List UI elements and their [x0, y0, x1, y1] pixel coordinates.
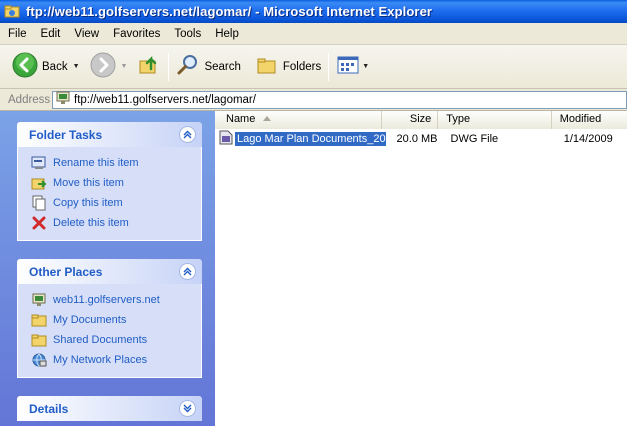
other-places-body: web11.golfservers.net My Documents Share…	[17, 284, 202, 378]
copy-icon	[30, 195, 48, 211]
folder-icon	[30, 332, 48, 348]
details-panel: Details	[17, 396, 202, 421]
up-folder-icon	[137, 53, 161, 80]
column-header-label: Modified	[559, 113, 602, 125]
address-bar: Address ftp://web11.golfservers.net/lago…	[0, 89, 627, 111]
task-delete[interactable]: Delete this item	[30, 213, 201, 233]
folder-tasks-body: Rename this item Move this item Copy thi…	[17, 147, 202, 241]
column-header-size[interactable]: Size	[381, 111, 439, 129]
views-icon	[336, 54, 360, 79]
views-dropdown-icon[interactable]: ▼	[362, 63, 369, 70]
network-icon	[30, 352, 48, 368]
details-header[interactable]: Details	[17, 396, 202, 421]
column-header-label: Type	[446, 113, 471, 125]
delete-icon	[30, 215, 48, 231]
sort-ascending-icon	[263, 116, 271, 121]
folders-label: Folders	[282, 60, 322, 73]
dwg-file-icon	[219, 130, 233, 148]
back-arrow-icon	[12, 52, 38, 81]
task-label: Rename this item	[53, 157, 139, 169]
folder-tasks-header[interactable]: Folder Tasks	[17, 122, 202, 147]
place-my-network-places[interactable]: My Network Places	[30, 350, 201, 370]
menu-view[interactable]: View	[67, 28, 106, 40]
task-label: Copy this item	[53, 197, 123, 209]
place-ftp-site[interactable]: web11.golfservers.net	[30, 290, 201, 310]
column-header-name[interactable]: Name	[215, 111, 382, 129]
other-places-panel: Other Places web11.golfservers.net My Do…	[17, 259, 202, 378]
file-row[interactable]: Lago Mar Plan Documents_20... 20.0 MB DW…	[215, 130, 627, 147]
up-folder-button[interactable]	[134, 49, 164, 85]
toolbar-separator	[328, 52, 330, 81]
place-label: My Documents	[53, 314, 127, 326]
place-label: web11.golfservers.net	[53, 294, 160, 306]
forward-button[interactable]: ▼	[87, 49, 135, 85]
title-bar[interactable]: ftp://web11.golfservers.net/lagomar/ - M…	[0, 0, 627, 23]
other-places-header[interactable]: Other Places	[17, 259, 202, 284]
file-type: DWG File	[450, 132, 499, 145]
back-dropdown-icon[interactable]: ▼	[73, 63, 80, 70]
column-header-label: Size	[409, 113, 432, 125]
folder-icon	[30, 312, 48, 328]
task-label: Delete this item	[53, 217, 129, 229]
toolbar-separator	[168, 52, 170, 81]
collapse-chevron-icon[interactable]	[179, 126, 196, 143]
menu-bar: File Edit View Favorites Tools Help	[0, 23, 627, 45]
place-shared-documents[interactable]: Shared Documents	[30, 330, 201, 350]
rename-icon	[30, 155, 48, 171]
ie-folder-icon	[4, 4, 20, 20]
column-header-label: Name	[226, 113, 256, 125]
task-move[interactable]: Move this item	[30, 173, 201, 193]
menu-tools[interactable]: Tools	[167, 28, 208, 40]
menu-file[interactable]: File	[0, 28, 34, 40]
back-label: Back	[42, 60, 68, 73]
folder-tasks-panel: Folder Tasks Rename this item Move this …	[17, 122, 202, 241]
place-label: My Network Places	[53, 354, 148, 366]
address-value: ftp://web11.golfservers.net/lagomar/	[74, 93, 256, 106]
menu-help[interactable]: Help	[208, 28, 246, 40]
folders-icon	[255, 53, 279, 80]
forward-arrow-icon	[90, 52, 116, 81]
ftp-site-icon	[30, 292, 48, 308]
task-pane: Folder Tasks Rename this item Move this …	[0, 111, 215, 426]
address-input[interactable]: ftp://web11.golfservers.net/lagomar/	[52, 90, 627, 109]
column-header-modified[interactable]: Modified	[551, 111, 627, 129]
file-size: 20.0 MB	[396, 132, 438, 145]
folder-tasks-title: Folder Tasks	[29, 127, 103, 142]
menu-favorites[interactable]: Favorites	[106, 28, 167, 40]
expand-chevron-icon[interactable]	[179, 400, 196, 417]
search-label: Search	[204, 60, 241, 73]
file-name: Lago Mar Plan Documents_20...	[235, 131, 386, 146]
task-rename[interactable]: Rename this item	[30, 153, 201, 173]
move-icon	[30, 175, 48, 191]
task-copy[interactable]: Copy this item	[30, 193, 201, 213]
views-button[interactable]: ▼	[333, 49, 376, 85]
details-title: Details	[29, 401, 69, 416]
menu-edit[interactable]: Edit	[34, 28, 68, 40]
window-title: ftp://web11.golfservers.net/lagomar/ - M…	[26, 4, 433, 19]
place-label: Shared Documents	[53, 334, 148, 346]
collapse-chevron-icon[interactable]	[179, 263, 196, 280]
ftp-site-icon	[55, 90, 71, 109]
folders-button[interactable]: Folders	[252, 49, 324, 85]
address-label: Address	[8, 93, 51, 106]
file-modified: 1/14/2009	[563, 132, 613, 145]
toolbar: Back ▼ ▼ Search Folders ▼	[0, 45, 627, 89]
other-places-title: Other Places	[29, 264, 103, 279]
column-header-type[interactable]: Type	[438, 111, 552, 129]
search-icon	[176, 53, 200, 80]
back-button[interactable]: Back ▼	[9, 49, 87, 85]
column-headers: Name Size Type Modified	[215, 111, 627, 129]
place-my-documents[interactable]: My Documents	[30, 310, 201, 330]
file-name-cell[interactable]: Lago Mar Plan Documents_20...	[215, 130, 386, 148]
file-list: Name Size Type Modified Lago Mar Plan Do…	[215, 111, 627, 426]
search-button[interactable]: Search	[173, 49, 243, 85]
forward-dropdown-icon[interactable]: ▼	[121, 63, 128, 70]
task-label: Move this item	[53, 177, 124, 189]
